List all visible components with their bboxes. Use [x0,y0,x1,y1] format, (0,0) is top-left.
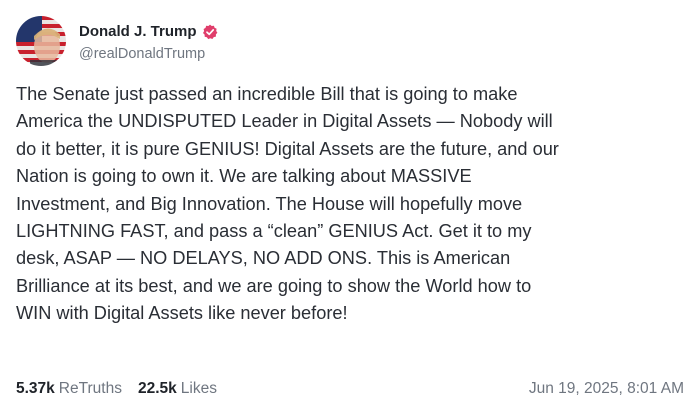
display-name[interactable]: Donald J. Trump [79,23,197,40]
post-footer: 5.37k ReTruths 22.5k Likes Jun 19, 2025,… [16,378,684,400]
post-header: Donald J. Trump @realDonaldTrump [16,14,682,68]
post-body-line: The Senate just passed an incredible Bil… [16,84,518,104]
name-row: Donald J. Trump [79,21,218,43]
flag-avatar-icon [16,16,66,66]
post-body: The Senate just passed an incredible Bil… [16,81,688,328]
retruths-count: 5.37k [16,380,55,397]
author-handle[interactable]: @realDonaldTrump [79,46,218,62]
verified-badge-icon [202,24,218,40]
likes-count: 22.5k [137,380,177,397]
likes-stat[interactable]: 22.5k Likes [138,380,217,398]
likes-label: Likes [180,380,217,397]
post-timestamp[interactable]: Jun 19, 2025, 8:01 AM [529,380,684,398]
truth-social-post: Donald J. Trump @realDonaldTrump The Sen… [0,0,700,416]
post-body-line: WIN with Digital Assets like never befor… [16,303,348,324]
post-body-line: LIGHTNING FAST, and pass a “clean” GENIU… [16,221,532,242]
post-body-line: desk, ASAP — NO DELAYS, NO ADD ONS. This… [16,248,511,269]
post-body-line: America the UNDISPUTED Leader in Digital… [16,111,553,132]
post-body-line: Investment, and Big Innovation. The Hous… [16,193,523,214]
post-body-line: do it better, it is pure GENIUS! Digital… [16,138,559,159]
post-body-line: Brilliance at its best, and we are going… [16,275,532,296]
post-body-line: Nation is going to own it. We are talkin… [16,166,472,187]
author-info: Donald J. Trump @realDonaldTrump [79,21,218,62]
retruths-label: ReTruths [58,380,122,397]
avatar[interactable] [16,16,66,66]
retruths-stat[interactable]: 5.37k ReTruths [16,380,122,398]
